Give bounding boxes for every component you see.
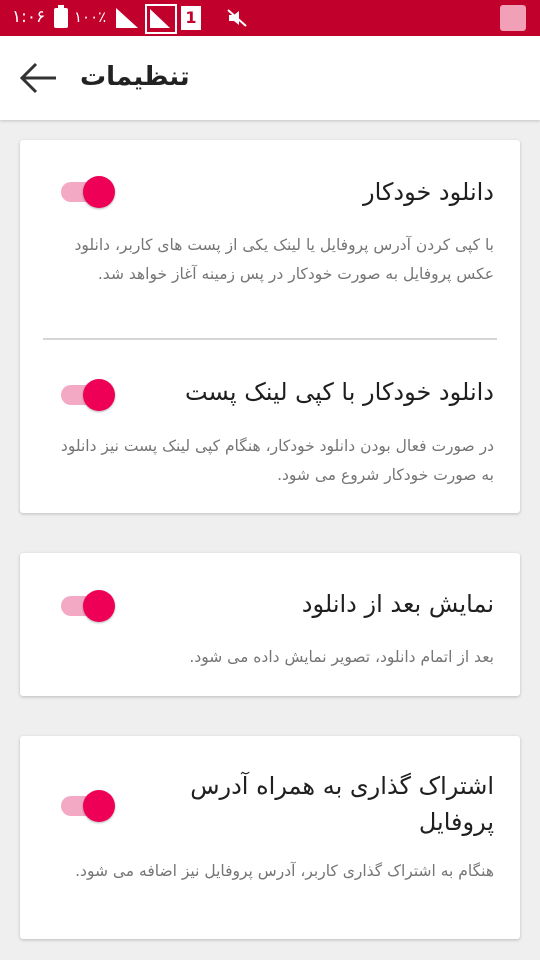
sim-icon: 1 (181, 6, 201, 30)
toggle-thumb (83, 790, 115, 822)
setting-auto-download-post-link: دانلود خودکار با کپی لینک پست در صورت فع… (20, 340, 520, 513)
setting-show-after-download: نمایش بعد از دانلود بعد از اتمام دانلود،… (20, 553, 520, 696)
share-with-profile-toggle[interactable] (61, 786, 117, 822)
show-after-download-toggle[interactable] (61, 586, 117, 622)
setting-title: نمایش بعد از دانلود (301, 590, 494, 618)
status-bar: ۱:۰۶ ۱۰۰٪ 1 (0, 0, 540, 36)
battery-percent: ۱۰۰٪ (74, 8, 107, 26)
avatar-icon (500, 5, 526, 31)
settings-card-share: اشتراک گذاری به همراه آدرس پروفایل هنگام… (20, 736, 520, 939)
settings-card-download: دانلود خودکار با کپی کردن آدرس پروفایل ی… (20, 140, 520, 513)
toggle-thumb (83, 590, 115, 622)
auto-download-post-link-toggle[interactable] (61, 375, 117, 411)
setting-description: در صورت فعال بودن دانلود خودکار، هنگام ک… (60, 437, 494, 484)
back-arrow-icon[interactable] (18, 60, 60, 96)
signal-icon-sim2 (145, 4, 177, 34)
setting-description: بعد از اتمام دانلود، تصویر نمایش داده می… (189, 648, 494, 666)
setting-description: با کپی کردن آدرس پروفایل یا لینک یکی از … (74, 236, 494, 283)
status-time: ۱:۰۶ (12, 7, 46, 27)
setting-title: دانلود خودکار با کپی لینک پست (184, 378, 494, 406)
setting-share-with-profile: اشتراک گذاری به همراه آدرس پروفایل هنگام… (20, 736, 520, 939)
signal-icon (114, 6, 140, 30)
toggle-thumb (83, 379, 115, 411)
page-title: تنظیمات (80, 62, 190, 92)
mute-icon (226, 8, 248, 28)
setting-description: هنگام به اشتراک گذاری کاربر، آدرس پروفای… (75, 862, 494, 880)
auto-download-toggle[interactable] (61, 172, 117, 208)
toggle-thumb (83, 176, 115, 208)
battery-icon (54, 5, 68, 28)
app-bar: تنظیمات (0, 36, 540, 120)
setting-title: دانلود خودکار (363, 178, 494, 206)
settings-card-show: نمایش بعد از دانلود بعد از اتمام دانلود،… (20, 553, 520, 696)
setting-title: اشتراک گذاری به همراه آدرس پروفایل (190, 772, 494, 836)
setting-auto-download: دانلود خودکار با کپی کردن آدرس پروفایل ی… (20, 140, 520, 340)
